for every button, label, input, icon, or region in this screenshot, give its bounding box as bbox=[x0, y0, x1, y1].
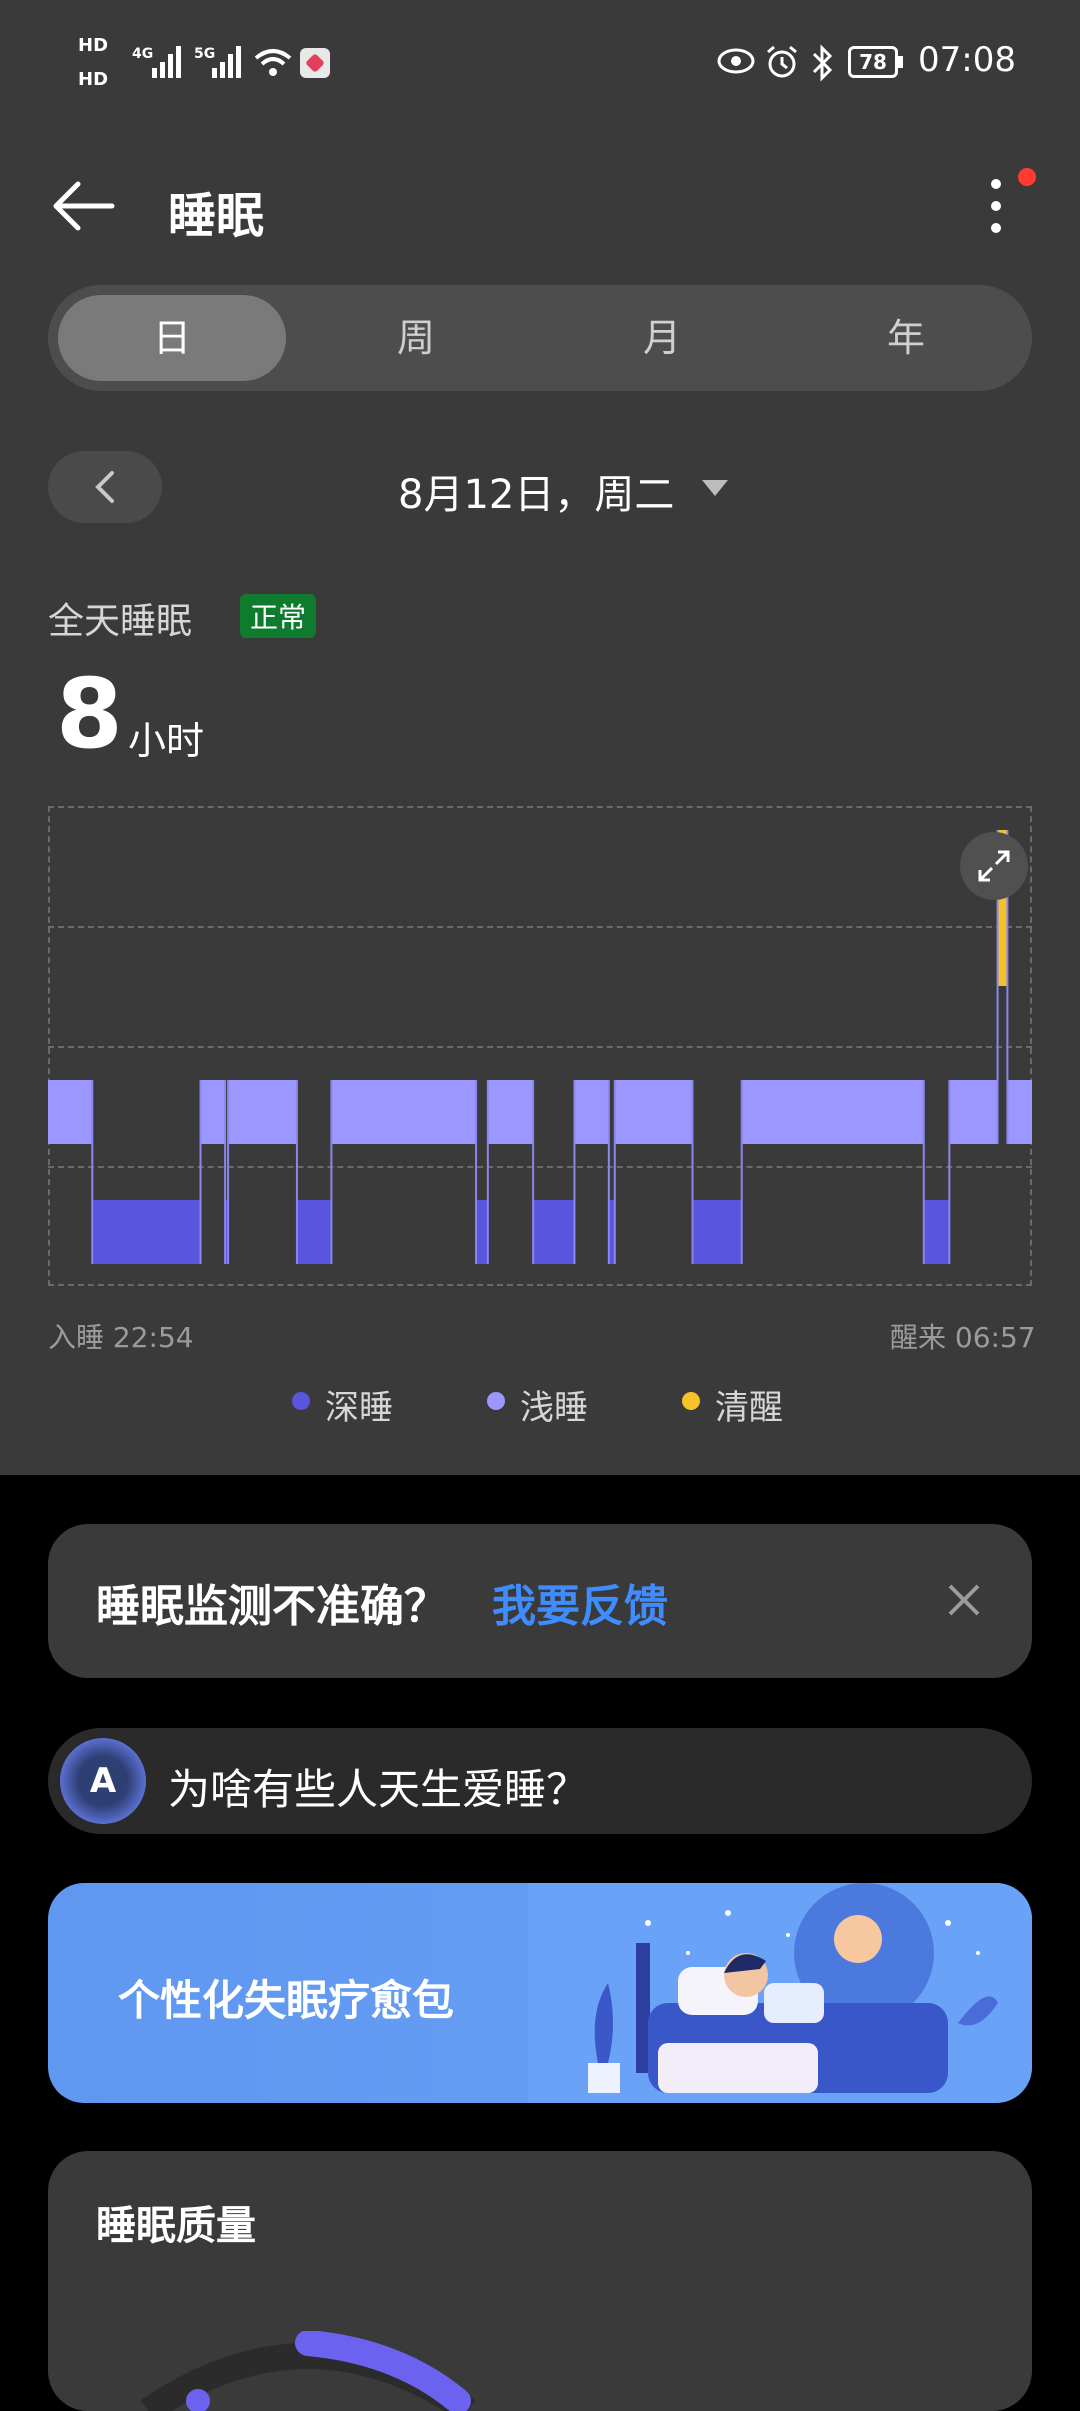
tab-day[interactable]: 日 bbox=[72, 285, 272, 391]
sleeping-person-illustration bbox=[528, 1883, 1032, 2103]
alarm-icon bbox=[767, 45, 797, 78]
stage-transition bbox=[532, 1080, 535, 1264]
segment-light bbox=[331, 1080, 477, 1144]
signal-icon bbox=[152, 46, 181, 78]
date-label[interactable]: 8月12日，周二 bbox=[398, 462, 674, 520]
quality-gauge bbox=[140, 2331, 476, 2411]
chevron-left-icon bbox=[95, 471, 114, 503]
prev-day-button[interactable] bbox=[48, 451, 162, 523]
tab-year[interactable]: 年 bbox=[806, 285, 1006, 391]
segment-light bbox=[949, 1080, 998, 1144]
stage-transition bbox=[91, 1080, 94, 1264]
sleep-quality-card[interactable]: 睡眠质量 bbox=[48, 2151, 1032, 2411]
triangle-down-icon[interactable] bbox=[700, 476, 730, 500]
feedback-card: 睡眠监测不准确？ 我要反馈 bbox=[48, 1524, 1032, 1678]
stage-transition bbox=[199, 1080, 202, 1264]
health-app-icon bbox=[300, 48, 330, 78]
segment-light bbox=[487, 1080, 534, 1144]
battery-tip bbox=[898, 56, 903, 68]
sleep-hours-unit: 小时 bbox=[128, 719, 205, 763]
stage-transition bbox=[948, 1080, 951, 1264]
status-time: 07:08 bbox=[918, 40, 1016, 80]
tab-month[interactable]: 月 bbox=[562, 285, 762, 391]
stage-transition bbox=[607, 1080, 610, 1264]
sleep-start-label: 入睡 22:54 bbox=[48, 1321, 194, 1354]
segment-light bbox=[228, 1080, 297, 1144]
eye-icon bbox=[717, 48, 755, 74]
insomnia-therapy-banner[interactable]: 个性化失眠疗愈包 bbox=[48, 1883, 1032, 2103]
segment-deep bbox=[476, 1200, 488, 1264]
feedback-link[interactable]: 我要反馈 bbox=[492, 1570, 668, 1634]
segment-light bbox=[574, 1080, 609, 1144]
ai-suggestion-text: 为啥有些人天生爱睡？ bbox=[168, 1765, 589, 1814]
expand-icon bbox=[978, 850, 1010, 882]
bluetooth-icon bbox=[812, 44, 833, 82]
more-vertical-icon[interactable] bbox=[980, 172, 1010, 242]
period-tabs: 日 周 月 年 bbox=[48, 285, 1032, 391]
segment-deep bbox=[692, 1200, 742, 1264]
stage-transition bbox=[224, 1080, 227, 1264]
wifi-icon bbox=[254, 49, 292, 76]
arrow-left-icon[interactable] bbox=[48, 176, 118, 236]
total-sleep-label: 全天睡眠 bbox=[48, 601, 193, 642]
status-badge: 正常 bbox=[240, 594, 317, 638]
stage-transition bbox=[227, 1080, 230, 1264]
ai-suggestion[interactable]: A 为啥有些人天生爱睡？ bbox=[48, 1728, 1032, 1834]
stage-transition bbox=[475, 1080, 478, 1264]
segment-light bbox=[48, 1080, 93, 1144]
legend-deep: 深睡 bbox=[325, 1388, 393, 1428]
sleep-hours: 8 bbox=[56, 658, 123, 770]
notification-dot bbox=[1018, 168, 1036, 186]
hd1-indicator: HD bbox=[78, 35, 109, 56]
battery-icon: 78 bbox=[848, 46, 898, 78]
hd2-indicator: HD bbox=[78, 69, 109, 90]
segment-deep bbox=[92, 1200, 201, 1264]
legend-dot-light bbox=[487, 1392, 505, 1410]
stage-transition bbox=[691, 1080, 694, 1264]
ai-assistant-icon: A bbox=[60, 1738, 146, 1824]
tab-week[interactable]: 周 bbox=[316, 285, 516, 391]
segment-light bbox=[614, 1080, 693, 1144]
close-icon[interactable] bbox=[944, 1580, 984, 1620]
legend-dot-deep bbox=[292, 1392, 310, 1410]
legend-dot-awake bbox=[682, 1392, 700, 1410]
legend-awake: 清醒 bbox=[715, 1388, 783, 1428]
wake-time-label: 醒来 06:57 bbox=[890, 1321, 1036, 1354]
stage-transition bbox=[922, 1080, 925, 1264]
segment-light bbox=[741, 1080, 924, 1144]
segment-deep bbox=[923, 1200, 950, 1264]
stage-transition bbox=[613, 1080, 616, 1264]
expand-chart-button[interactable] bbox=[960, 832, 1028, 900]
segment-deep bbox=[533, 1200, 575, 1264]
segment-light bbox=[200, 1080, 226, 1144]
legend-light: 浅睡 bbox=[520, 1388, 588, 1428]
stage-transition bbox=[573, 1080, 576, 1264]
signal-icon bbox=[212, 46, 241, 78]
sleep-stage-chart[interactable] bbox=[48, 806, 1032, 1286]
segment-deep bbox=[296, 1200, 332, 1264]
feedback-question: 睡眠监测不准确？ bbox=[96, 1581, 448, 1632]
stage-transition bbox=[486, 1080, 489, 1264]
banner-title: 个性化失眠疗愈包 bbox=[118, 1976, 455, 2025]
segment-light bbox=[1007, 1080, 1032, 1144]
page-title: 睡眠 bbox=[168, 188, 265, 244]
stage-transition bbox=[295, 1080, 298, 1264]
sleep-quality-title: 睡眠质量 bbox=[96, 2203, 256, 2249]
stage-transition bbox=[740, 1080, 743, 1264]
stage-transition bbox=[330, 1080, 333, 1264]
